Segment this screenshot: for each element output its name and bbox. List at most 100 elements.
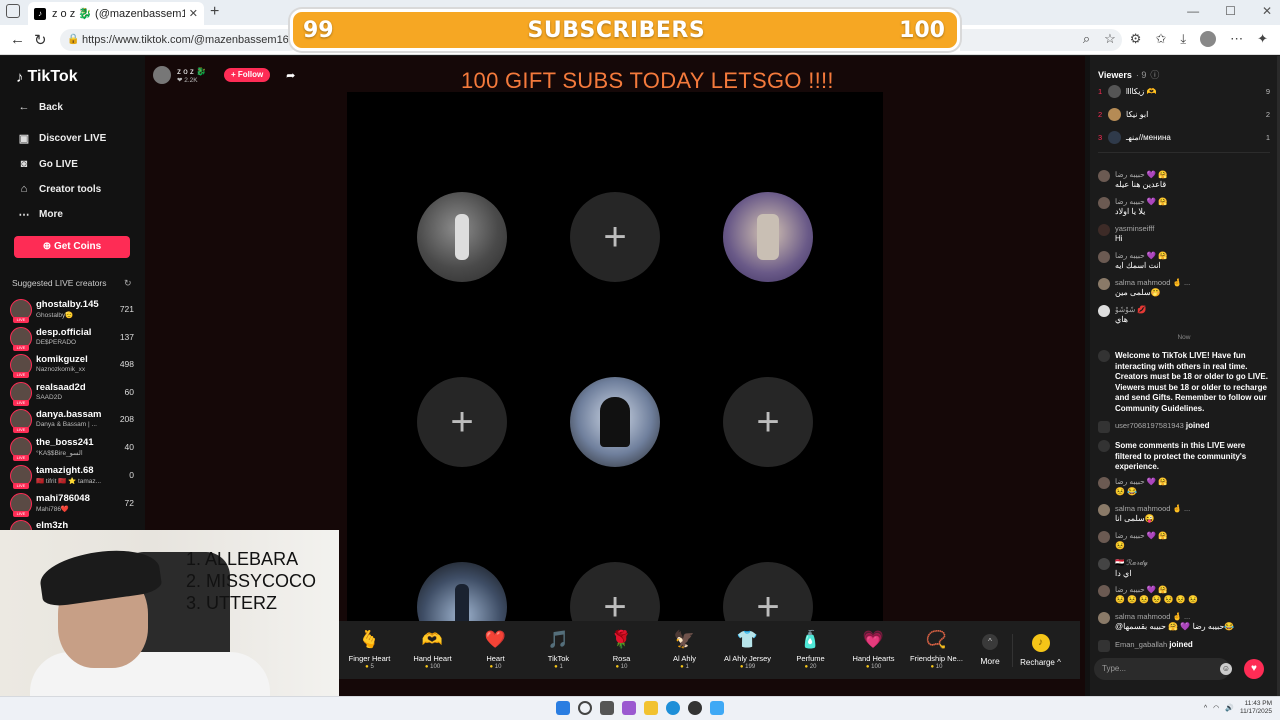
- recharge-button[interactable]: ♪ Recharge ^: [1012, 633, 1068, 667]
- message-user[interactable]: حبيبه رضا 💜 🤗: [1115, 197, 1270, 206]
- search-icon[interactable]: [578, 701, 592, 715]
- guest-slot-occupied[interactable]: [417, 192, 507, 282]
- chat-input[interactable]: Type...: [1094, 658, 1230, 680]
- start-icon[interactable]: [556, 701, 570, 715]
- creator-item[interactable]: LIVE realsaad2d SAAD2D 60: [10, 381, 134, 406]
- refresh-icon[interactable]: ↻: [34, 31, 47, 49]
- video-player[interactable]: + + + + +: [347, 92, 883, 652]
- host-name[interactable]: z o z 🐉: [177, 67, 206, 76]
- url-field[interactable]: 🔒 https://www.tiktok.com/@mazenbassem163…: [60, 29, 300, 51]
- sidebar-item-discover-live[interactable]: ▣ Discover LIVE: [18, 132, 106, 145]
- more-gifts-button[interactable]: ^ More: [968, 634, 1012, 666]
- get-coins-button[interactable]: ⊕ Get Coins: [14, 236, 130, 258]
- sidebar-item-go-live[interactable]: ◙ Go LIVE: [18, 158, 78, 170]
- creator-item[interactable]: LIVE tamazight.68 🇲🇦 tifrit 🇲🇦 ⭐ tamaz..…: [10, 464, 134, 489]
- sidebar-item-more[interactable]: ⋯ More: [18, 208, 63, 221]
- zoom-icon[interactable]: ⌕: [1083, 31, 1090, 47]
- edge-icon[interactable]: [666, 701, 680, 715]
- join-user[interactable]: user7068197581943: [1115, 421, 1184, 430]
- winner-1: 1. ALLEBARA: [186, 549, 299, 569]
- share-icon[interactable]: ➦: [286, 69, 295, 82]
- menu-dots-icon[interactable]: ⋯: [1230, 31, 1243, 47]
- extensions-icon[interactable]: ⚙: [1130, 31, 1142, 47]
- guest-slot-occupied[interactable]: [723, 192, 813, 282]
- creator-item[interactable]: LIVE komikguzel Naznozkomik_xx 498: [10, 353, 134, 378]
- gift-item[interactable]: 🧴 Perfume ● 20: [779, 630, 842, 670]
- message-user[interactable]: yasminseifff: [1115, 224, 1270, 233]
- app-icon[interactable]: [710, 701, 724, 715]
- close-window-icon[interactable]: ✕: [1262, 4, 1272, 18]
- viewers-count: · 9: [1135, 69, 1147, 80]
- add-guest-slot[interactable]: +: [723, 377, 813, 467]
- file-explorer-icon[interactable]: [644, 701, 658, 715]
- creator-item[interactable]: LIVE danya.bassam Danya & Bassam | ... 2…: [10, 408, 134, 433]
- gift-item[interactable]: 🫶 Hand Heart ● 100: [401, 630, 464, 670]
- gift-item[interactable]: 🌹 Rosa ● 10: [590, 630, 653, 670]
- gift-item[interactable]: 🎵 TikTok ● 1: [527, 630, 590, 670]
- gift-item[interactable]: 📿 Friendship Ne... ● 10: [905, 630, 968, 670]
- follow-button[interactable]: + Follow: [224, 68, 271, 82]
- gift-bar: 🫰 Finger Heart ● 5 🫶 Hand Heart ● 100 ❤️ Hear…: [338, 621, 1080, 679]
- gift-item[interactable]: 🫰 Finger Heart ● 5: [338, 630, 401, 670]
- message-user[interactable]: شَوْشَوْ 💋: [1115, 305, 1270, 314]
- stream-title: 100 GIFT SUBS TODAY LETSGO !!!!: [461, 68, 834, 93]
- message-user[interactable]: salma mahmood 🤞 ...: [1115, 504, 1270, 513]
- favorites-icon[interactable]: ✩: [1155, 31, 1166, 47]
- message-user[interactable]: salma mahmood 🤞 ...: [1115, 278, 1270, 287]
- tiktok-logo[interactable]: ♪ TikTok: [16, 68, 78, 86]
- creator-item[interactable]: LIVE mahi786048 Mahi786❤️ 72: [10, 492, 134, 517]
- message-user[interactable]: salma mahmood 🤞 ...: [1115, 612, 1270, 621]
- help-icon[interactable]: ⓘ: [1150, 68, 1159, 81]
- viewers-header[interactable]: Viewers · 9 ⓘ: [1098, 68, 1159, 81]
- top-viewer-row[interactable]: 3 منهـ//менина 1: [1098, 128, 1270, 146]
- chevron-up-icon[interactable]: ^: [1204, 705, 1207, 712]
- new-tab-icon[interactable]: +: [210, 3, 219, 21]
- back-link[interactable]: ← Back: [18, 101, 63, 113]
- like-heart-button[interactable]: ♥: [1244, 659, 1264, 679]
- refresh-suggestions-icon[interactable]: ↻: [124, 278, 132, 289]
- top-viewer-row[interactable]: 1 lllزيكا 🫶 9: [1098, 82, 1270, 100]
- gift-item[interactable]: 👕 Al Ahly Jersey ● 199: [716, 630, 779, 670]
- winner-2: 2. MISSYCOCO: [186, 571, 317, 591]
- minimize-icon[interactable]: —: [1187, 4, 1199, 18]
- wifi-icon[interactable]: ◠: [1213, 704, 1219, 712]
- message-user[interactable]: حبيبه رضا 💜 🤗: [1115, 251, 1270, 260]
- creator-item[interactable]: LIVE the_boss241 °KA$$Bire_السو 40: [10, 436, 134, 461]
- creator-item[interactable]: LIVE desp.official DE$PERADO 137: [10, 326, 134, 351]
- gift-name: Al Ahly: [673, 654, 696, 663]
- sidebar-item-creator-tools[interactable]: ⌂ Creator tools: [18, 183, 102, 195]
- copilot-icon[interactable]: ✦: [1257, 31, 1268, 47]
- close-tab-icon[interactable]: ✕: [189, 7, 198, 20]
- back-arrow-icon[interactable]: ←: [10, 31, 25, 48]
- clock[interactable]: 11:43 PM 11/17/2025: [1240, 700, 1272, 716]
- browser-tab[interactable]: ♪ z o z 🐉 (@mazenbassem163) is ✕: [28, 2, 204, 25]
- message-user[interactable]: حبيبه رضا 💜 🤗: [1115, 170, 1270, 179]
- task-view-icon[interactable]: [600, 701, 614, 715]
- gift-item[interactable]: 🦅 Al Ahly ● 1: [653, 630, 716, 670]
- gift-price: ● 100: [842, 664, 905, 670]
- chat-message: salma mahmood 🤞 ... سلمى مين🤭: [1098, 278, 1270, 297]
- gift-item[interactable]: ❤️ Heart ● 10: [464, 630, 527, 670]
- tab-actions-icon[interactable]: [6, 4, 20, 18]
- favorite-star-icon[interactable]: ☆: [1104, 31, 1116, 47]
- join-user[interactable]: Eman_gaballah: [1115, 640, 1167, 649]
- obs-icon[interactable]: [688, 701, 702, 715]
- plus-icon: +: [450, 399, 474, 444]
- gift-item[interactable]: 💗 Hand Hearts ● 100: [842, 630, 905, 670]
- message-user[interactable]: حبيبه رضا 💜 🤗: [1115, 585, 1270, 594]
- emoji-icon[interactable]: ☺: [1220, 663, 1232, 675]
- host-avatar[interactable]: [153, 66, 171, 84]
- profile-avatar[interactable]: [1200, 31, 1217, 47]
- guest-slot-occupied[interactable]: [570, 377, 660, 467]
- creator-item[interactable]: LIVE ghostalby.145 Ghostalby🫡 721: [10, 298, 134, 323]
- message-user[interactable]: حبيبه رضا 💜 🤗: [1115, 477, 1270, 486]
- message-user[interactable]: 🇪🇬 ℛ𝒶𝓇𝒹𝓎: [1115, 558, 1270, 568]
- copilot-icon[interactable]: [622, 701, 636, 715]
- maximize-icon[interactable]: ☐: [1225, 4, 1236, 18]
- add-guest-slot[interactable]: +: [417, 377, 507, 467]
- volume-icon[interactable]: 🔊: [1225, 704, 1234, 712]
- download-icon[interactable]: ⤓: [1180, 31, 1186, 47]
- add-guest-slot[interactable]: +: [570, 192, 660, 282]
- top-viewer-row[interactable]: 2 ابو نيكا 2: [1098, 105, 1270, 123]
- message-user[interactable]: حبيبه رضا 💜 🤗: [1115, 531, 1270, 540]
